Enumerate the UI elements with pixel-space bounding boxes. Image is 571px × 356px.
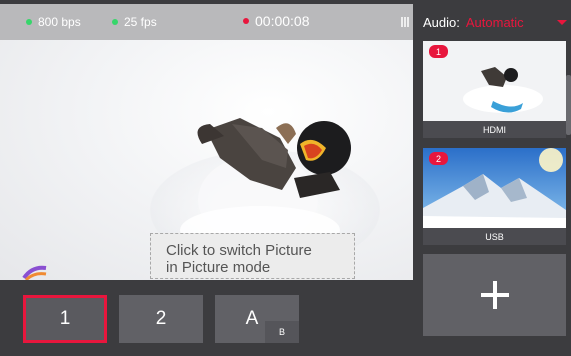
add-source-button[interactable] [423,254,566,336]
source-panel: Audio: Automatic 1 HDMI 2 USB [413,0,571,356]
source-hdmi[interactable]: 1 HDMI [423,41,566,138]
pip-tooltip: Click to switch Picture in Picture mode [150,233,355,279]
recording-indicator-icon [243,18,249,24]
source-label: USB [423,228,566,245]
source-panel-scrollbar[interactable] [566,75,571,135]
tooltip-line-1: Click to switch Picture [166,242,312,259]
timer-value: 00:00:08 [255,13,310,29]
framerate-value: 25 fps [124,15,157,29]
layout-bar: 1 2 A B [0,280,413,356]
audio-value: Automatic [465,15,524,30]
source-badge: 2 [429,152,448,165]
bitrate-stat: 800 bps [26,15,81,29]
bitrate-indicator-icon [26,19,32,25]
status-bar: 800 bps 25 fps 00:00:08 [0,4,413,40]
tooltip-line-2: in Picture mode [166,259,271,276]
main-area: 800 bps 25 fps 00:00:08 Click to switch … [0,0,413,356]
audio-selector[interactable]: Audio: Automatic [423,15,571,30]
recording-timer: 00:00:08 [243,13,310,29]
layout-button-2[interactable]: 2 [119,295,203,343]
pip-layout-button[interactable]: A B [215,295,299,343]
source-label: HDMI [423,121,566,138]
pip-inset-label: B [265,321,299,343]
bitrate-value: 800 bps [38,15,81,29]
chevron-down-icon [557,20,567,25]
layout-button-1-label: 1 [59,308,71,329]
framerate-indicator-icon [112,19,118,25]
source-usb[interactable]: 2 USB [423,148,566,245]
brand-logo-icon [22,265,47,280]
pip-layout-label: A [245,308,259,329]
layout-button-1[interactable]: 1 [23,295,107,343]
audio-label: Audio: [423,15,460,30]
layout-button-2-label: 2 [155,308,167,329]
plus-icon [480,281,509,309]
framerate-stat: 25 fps [112,15,157,29]
streaming-app: 800 bps 25 fps 00:00:08 Click to switch … [0,0,571,356]
source-badge: 1 [429,45,448,58]
signal-bars-icon [401,17,411,27]
